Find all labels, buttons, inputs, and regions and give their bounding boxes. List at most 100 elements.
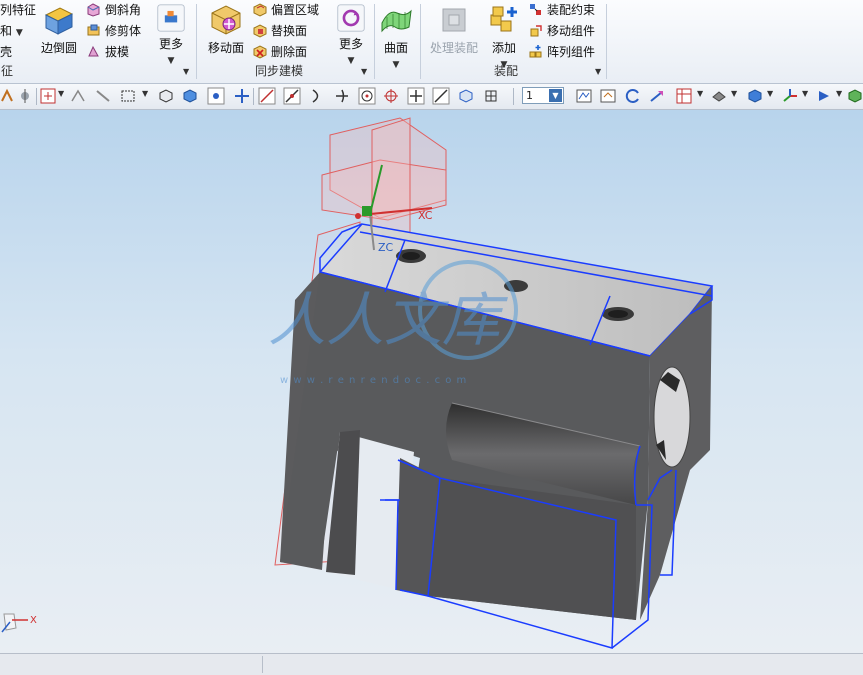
- chevron-down-icon[interactable]: ▼: [58, 89, 64, 98]
- select-filter-icon[interactable]: [39, 87, 57, 105]
- delete-face-button[interactable]: 删除面: [252, 42, 307, 62]
- assembly-group-label: 装配: [493, 64, 518, 78]
- shaded-cube-icon[interactable]: [746, 87, 764, 105]
- group-expand-icon[interactable]: ▼: [183, 67, 189, 76]
- render-style-icon[interactable]: [710, 87, 728, 105]
- control-point-icon[interactable]: [308, 87, 326, 105]
- chevron-down-icon[interactable]: ▼: [549, 89, 562, 102]
- combine-label: 和: [0, 24, 13, 38]
- assembly-constraint-label: 装配约束: [547, 3, 596, 17]
- intersection-icon[interactable]: [333, 87, 351, 105]
- move-component-label: 移动组件: [547, 24, 596, 38]
- absolute-triad: X: [1, 613, 37, 633]
- point-on-curve-icon[interactable]: [432, 87, 450, 105]
- array-component-label: 阵列组件: [547, 45, 596, 59]
- draft-icon: [88, 45, 99, 57]
- surface-icon: [381, 9, 412, 33]
- group-expand-icon[interactable]: ▼: [595, 67, 601, 76]
- arc-center-icon[interactable]: [358, 87, 376, 105]
- more-button-feature[interactable]: 更多 ▼: [153, 3, 189, 66]
- offset-region-label: 偏置区域: [271, 3, 320, 17]
- replace-face-icon: [253, 24, 267, 38]
- pan-icon[interactable]: [233, 87, 251, 105]
- add-component-icon: [490, 6, 517, 32]
- watermark-text: 人人文库: [268, 286, 508, 354]
- move-face-button[interactable]: 移动面: [204, 3, 248, 56]
- assembly-constraint-button[interactable]: 装配约束: [528, 0, 595, 20]
- add-component-button[interactable]: 添加 ▼: [486, 3, 522, 70]
- layer-settings-icon[interactable]: [575, 87, 593, 105]
- divider: [262, 656, 263, 673]
- chevron-down-icon: ▼: [392, 60, 400, 70]
- quadrant-icon[interactable]: [382, 87, 400, 105]
- table-icon[interactable]: [675, 87, 693, 105]
- group-expand-icon[interactable]: ▼: [361, 67, 367, 76]
- divider: [196, 4, 197, 79]
- edge-blend-icon: [44, 7, 74, 35]
- more-feature-icon: [157, 4, 185, 32]
- divider: [374, 4, 375, 79]
- orient-view-icon[interactable]: [815, 87, 833, 105]
- chevron-down-icon[interactable]: ▼: [142, 89, 148, 98]
- chevron-down-icon[interactable]: ▼: [697, 89, 703, 98]
- draft-label: 拔模: [105, 45, 130, 59]
- move-component-button[interactable]: 移动组件: [528, 21, 595, 41]
- chevron-down-icon[interactable]: ▼: [767, 89, 773, 98]
- snap-curve-icon[interactable]: [69, 87, 87, 105]
- offset-region-button[interactable]: 偏置区域: [252, 0, 319, 20]
- model-canvas: XC ZC 人人文库 w w w . r e n r e n d o c . c…: [1, 117, 714, 649]
- assembly-constraint-icon: [530, 4, 541, 15]
- chevron-down-icon[interactable]: ▼: [731, 89, 737, 98]
- delete-face-label: 删除面: [271, 45, 308, 59]
- shell-label: 壳: [0, 45, 13, 59]
- trim-body-button[interactable]: 修剪体: [86, 21, 141, 41]
- process-assembly-icon: [442, 8, 466, 32]
- process-assembly-button[interactable]: 处理装配: [426, 3, 482, 56]
- snap-icon[interactable]: [0, 87, 16, 105]
- grid-icon[interactable]: [482, 87, 500, 105]
- process-assembly-label: 处理装配: [429, 41, 478, 55]
- snap-edge-icon[interactable]: [94, 87, 112, 105]
- replace-face-button[interactable]: 替换面: [252, 21, 307, 41]
- status-bar: [0, 653, 863, 675]
- endpoint-icon[interactable]: [258, 87, 276, 105]
- move-face-label: 移动面: [207, 41, 244, 55]
- combine-item[interactable]: 和 ▼: [0, 21, 23, 41]
- fit-icon[interactable]: [207, 87, 225, 105]
- view-triad-icon[interactable]: [781, 87, 799, 105]
- rectangle-select-icon[interactable]: [119, 87, 137, 105]
- array-component-button[interactable]: 阵列组件: [528, 42, 595, 62]
- more-label: 更多: [338, 37, 363, 51]
- wcs-icon[interactable]: [648, 87, 666, 105]
- surface-button[interactable]: 曲面 ▼: [378, 3, 414, 70]
- point-on-face-icon[interactable]: [457, 87, 475, 105]
- trim-body-label: 修剪体: [105, 24, 142, 38]
- chamfer-label: 倒斜角: [105, 3, 142, 17]
- selection-toolbar: ▼ ▼ ▼ ▼ ▼ ▼ ▼: [0, 84, 863, 110]
- graphics-viewport[interactable]: XC ZC 人人文库 w w w . r e n r e n d o c . c…: [0, 110, 863, 653]
- midpoint-icon[interactable]: [283, 87, 301, 105]
- delete-face-icon: [253, 45, 267, 59]
- display-icon[interactable]: [846, 87, 863, 105]
- shell-item[interactable]: 壳: [0, 42, 12, 62]
- chevron-down-icon: ▼: [167, 56, 175, 66]
- move-to-layer-icon[interactable]: [599, 87, 617, 105]
- view-orient-icon[interactable]: [157, 87, 175, 105]
- feature-group-label: 征: [0, 64, 13, 78]
- draft-button[interactable]: 拔模: [86, 42, 129, 62]
- chevron-down-icon[interactable]: ▼: [836, 89, 842, 98]
- surface-label: 曲面: [383, 41, 408, 55]
- chamfer-button[interactable]: 倒斜角: [86, 0, 141, 20]
- more-button-sync[interactable]: 更多 ▼: [333, 3, 369, 66]
- work-layer-select[interactable]: 1 ▼: [522, 87, 564, 104]
- chevron-down-icon[interactable]: ▼: [802, 89, 808, 98]
- refresh-icon[interactable]: [624, 87, 642, 105]
- existing-point-icon[interactable]: [407, 87, 425, 105]
- snap-point-icon[interactable]: [16, 87, 34, 105]
- edge-blend-button[interactable]: 边倒圆: [38, 3, 80, 56]
- array-component-icon: [529, 45, 542, 58]
- solid-body-icon[interactable]: [181, 87, 199, 105]
- move-component-icon: [530, 25, 542, 37]
- chamfer-icon: [87, 3, 100, 17]
- pattern-feature-item[interactable]: 列特征: [0, 0, 36, 20]
